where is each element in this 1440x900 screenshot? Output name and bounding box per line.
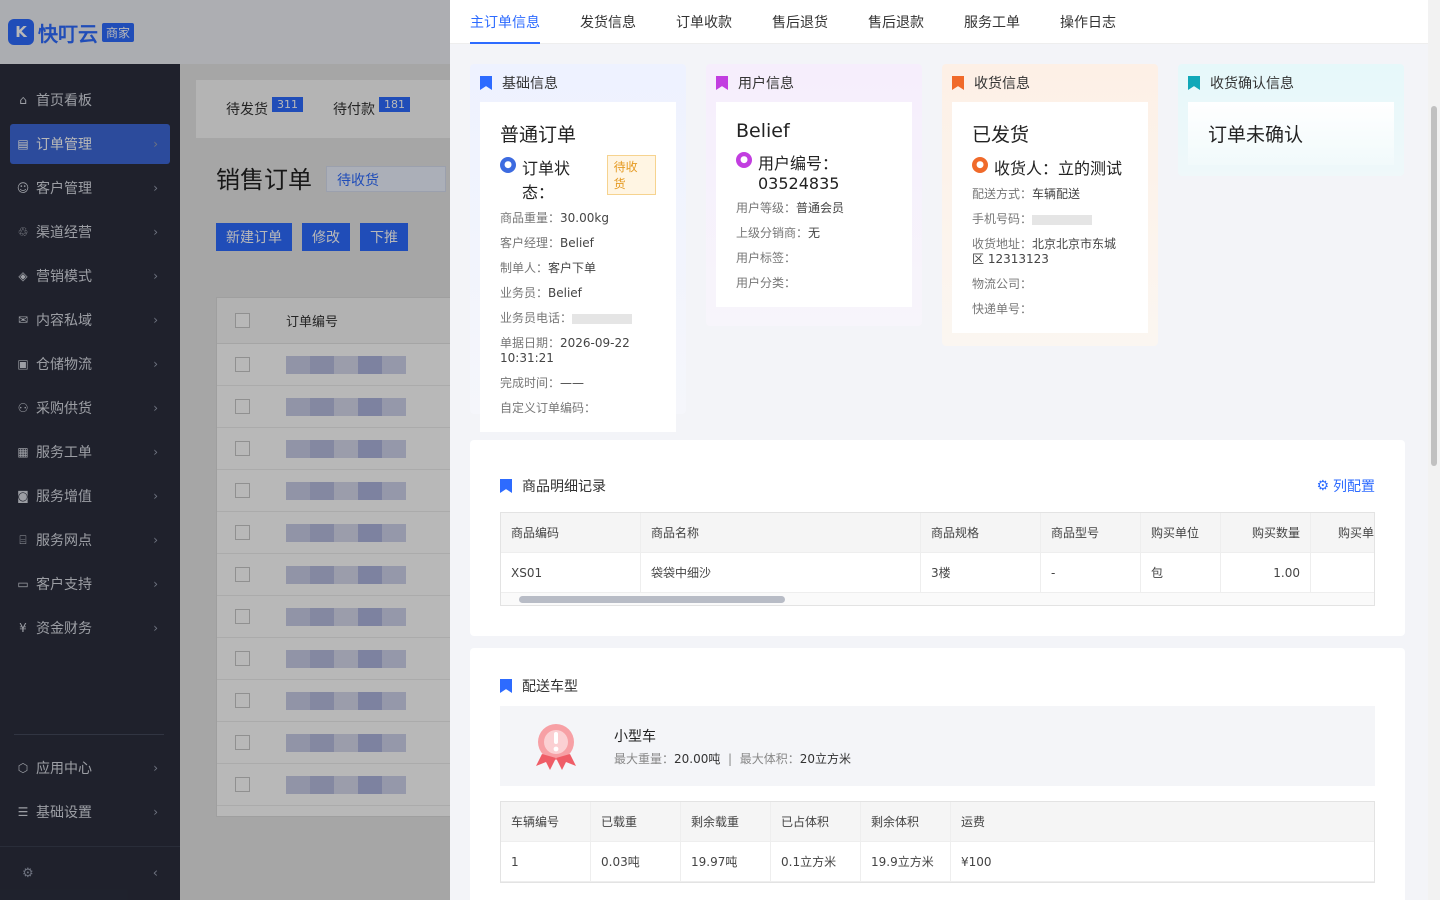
user-name: Belief (736, 120, 790, 142)
vehicle-section: 配送车型 小型车 最大重量：20.00吨 | 最大体积：20立方米 车辆编号 已… (470, 648, 1405, 900)
user-code: 03524835 (758, 174, 840, 193)
table-header: 车辆编号 已载重 剩余载重 已占体积 剩余体积 运费 (501, 802, 1374, 842)
receipt-confirm-card: 收货确认信息 订单未确认 (1178, 64, 1404, 176)
horizontal-scrollbar[interactable] (501, 593, 1374, 605)
creator-row: 制单人：客户下单 (500, 261, 597, 275)
card-body: Belief ● 用户编号： 03524835 用户等级：普通会员 上级分销商：无 … (716, 102, 912, 307)
masked-value (1032, 214, 1093, 225)
column-header: 商品编码 (501, 513, 641, 552)
custom-code-row: 自定义订单编码： (500, 401, 597, 415)
column-header: 已占体积 (771, 802, 861, 841)
status-badge: 待收货 (606, 155, 656, 195)
section-title: 配送车型 (522, 679, 578, 695)
column-header: 商品规格 (921, 513, 1041, 552)
column-header: 车辆编号 (501, 802, 591, 841)
tracking-row: 快递单号： (972, 302, 1033, 316)
table-header: 商品编码 商品名称 商品规格 商品型号 购买单位 购买数量 购买单 (501, 513, 1374, 553)
vehicle-card: 小型车 最大重量：20.00吨 | 最大体积：20立方米 (500, 706, 1375, 786)
receiver-name: 立的测试 (1058, 159, 1123, 178)
logistics-row: 物流公司： (972, 277, 1033, 291)
basic-info-card: 基础信息 普通订单 ● 订单状态： 待收货 商品重量：30.00kg 客户经理：Be… (470, 64, 686, 432)
user-category-row: 用户分类： (736, 276, 797, 290)
address-row: 收货地址：北京北京市东城区 12313123 (972, 237, 1117, 266)
card-title: 用户信息 (738, 76, 794, 92)
sales-phone-row: 业务员电话： (500, 311, 656, 326)
scrollbar-thumb[interactable] (519, 596, 785, 603)
vertical-scrollbar[interactable] (1428, 0, 1440, 900)
modal-overlay[interactable] (0, 0, 450, 900)
salesperson-row: 业务员：Belief (500, 286, 582, 300)
tab-main-order[interactable]: 主订单信息 (470, 0, 540, 44)
bookmark-icon (500, 479, 512, 493)
vehicle-table: 车辆编号 已载重 剩余载重 已占体积 剩余体积 运费 1 0.03吨 19.97… (500, 801, 1375, 883)
table-row[interactable]: 1 0.03吨 19.97吨 0.1立方米 19.9立方米 ¥100 (501, 842, 1374, 882)
detail-tabs: 主订单信息 发货信息 订单收款 售后退货 售后退款 服务工单 操作日志 (450, 0, 1440, 44)
vehicle-icon (528, 718, 584, 774)
card-body: 已发货 ● 收货人： 立的测试 配送方式：车辆配送 手机号码： 收货地址：北京北京市… (952, 102, 1148, 333)
date-row: 单据日期：2026-09-22 10:31:21 (500, 336, 630, 365)
card-title: 收货信息 (974, 76, 1030, 92)
confirm-status: 订单未确认 (1208, 124, 1304, 146)
vehicle-specs: 最大重量：20.00吨 | 最大体积：20立方米 (614, 751, 851, 766)
tab-service-ticket[interactable]: 服务工单 (964, 0, 1020, 44)
bookmark-icon (1188, 76, 1200, 90)
column-header: 剩余体积 (861, 802, 951, 841)
order-detail-drawer: 主订单信息 发货信息 订单收款 售后退货 售后退款 服务工单 操作日志 基础信息… (450, 0, 1440, 900)
distributor-row: 上级分销商：无 (736, 226, 821, 240)
tab-return-goods[interactable]: 售后退货 (772, 0, 828, 44)
table-row[interactable]: XS01 袋袋中细沙 3楼 - 包 1.00 (501, 553, 1374, 593)
section-title: 商品明细记录 (522, 479, 606, 495)
column-header: 商品名称 (641, 513, 921, 552)
column-header: 已载重 (591, 802, 681, 841)
tab-shipping[interactable]: 发货信息 (580, 0, 636, 44)
weight-row: 商品重量：30.00kg (500, 211, 609, 225)
bookmark-icon (952, 76, 964, 90)
manager-row: 客户经理：Belief (500, 236, 594, 250)
info-cards: 基础信息 普通订单 ● 订单状态： 待收货 商品重量：30.00kg 客户经理：Be… (470, 64, 1404, 432)
order-type: 普通订单 (500, 124, 577, 146)
user-level-row: 用户等级：普通会员 (736, 201, 845, 215)
receive-info-card: 收货信息 已发货 ● 收货人： 立的测试 配送方式：车辆配送 手机号码： 收货地址：… (942, 64, 1158, 346)
user-tags-row: 用户标签： (736, 251, 797, 265)
finish-time-row: 完成时间：—— (500, 376, 585, 390)
shipping-status: 已发货 (972, 124, 1030, 146)
user-icon: ● (736, 152, 752, 168)
masked-value (572, 313, 633, 324)
gear-icon: ⚙ (1316, 478, 1329, 494)
status-icon: ● (500, 157, 516, 173)
card-title: 收货确认信息 (1210, 76, 1294, 92)
goods-section: 商品明细记录 ⚙ 列配置 商品编码 商品名称 商品规格 商品型号 购买单位 购买数… (470, 440, 1405, 636)
phone-row: 手机号码： (972, 212, 1128, 227)
column-header: 剩余载重 (681, 802, 771, 841)
tab-refund[interactable]: 售后退款 (868, 0, 924, 44)
tab-payment[interactable]: 订单收款 (676, 0, 732, 44)
column-header: 购买数量 (1221, 513, 1311, 552)
column-header: 购买单 (1338, 526, 1374, 540)
receiver-icon: ● (972, 157, 988, 173)
goods-table: 商品编码 商品名称 商品规格 商品型号 购买单位 购买数量 购买单 XS01 袋… (500, 512, 1375, 606)
card-body: 普通订单 ● 订单状态： 待收货 商品重量：30.00kg 客户经理：Belief … (480, 102, 676, 432)
bookmark-icon (480, 76, 492, 90)
vehicle-name: 小型车 (614, 728, 656, 745)
column-config-button[interactable]: ⚙ 列配置 (1316, 476, 1375, 496)
bookmark-icon (500, 679, 512, 693)
tab-operation-log[interactable]: 操作日志 (1060, 0, 1116, 44)
column-header: 商品型号 (1041, 513, 1141, 552)
status-label: 订单状态： (522, 159, 571, 202)
user-info-card: 用户信息 Belief ● 用户编号： 03524835 用户等级：普通会员 上级分… (706, 64, 922, 326)
card-body: 订单未确认 (1188, 102, 1394, 165)
card-title: 基础信息 (502, 76, 558, 92)
delivery-row: 配送方式：车辆配送 (972, 187, 1081, 201)
column-header: 购买单位 (1141, 513, 1221, 552)
column-header: 运费 (961, 815, 986, 829)
bookmark-icon (716, 76, 728, 90)
scrollbar-thumb[interactable] (1431, 106, 1437, 466)
